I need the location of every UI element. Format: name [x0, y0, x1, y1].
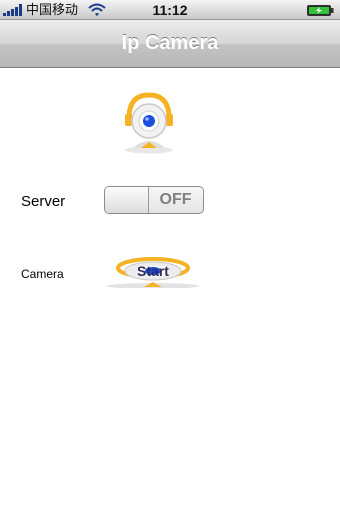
page-title: Ip Camera — [121, 32, 219, 54]
battery-charging-icon — [307, 5, 334, 16]
switch-state-label: OFF — [159, 191, 192, 208]
server-label: Server — [21, 193, 66, 210]
server-toggle-switch[interactable]: OFF — [104, 186, 204, 214]
webcam-icon — [125, 92, 173, 154]
status-time: 11:12 — [152, 2, 188, 18]
navigation-bar: Ip Camera — [0, 20, 340, 68]
camera-label: Camera — [21, 267, 64, 281]
start-camera-button[interactable]: Start — [106, 254, 206, 288]
switch-knob[interactable] — [105, 187, 149, 213]
start-button-label: Start — [137, 263, 169, 279]
status-bar: 中国移动 11:12 — [0, 0, 340, 20]
